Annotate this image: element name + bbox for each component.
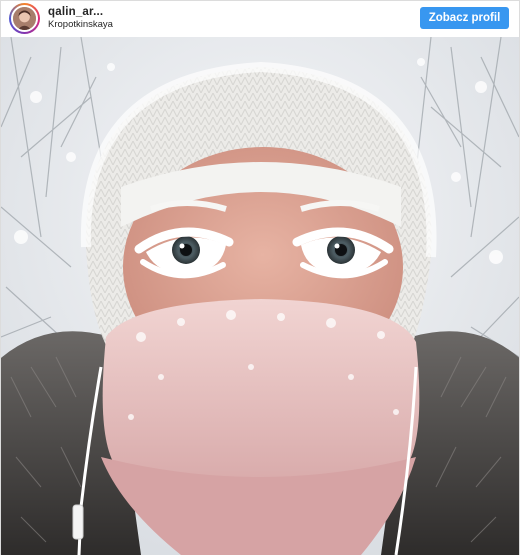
view-profile-button[interactable]: Zobacz profil [420,7,509,29]
frosted-face-selfie-image [1,37,519,555]
post-header: qalin_ar... Kropotkinskaya Zobacz profil [1,1,519,37]
post-photo[interactable] [1,37,519,555]
location-link[interactable]: Kropotkinskaya [48,19,113,31]
post-author: qalin_ar... Kropotkinskaya [48,6,113,31]
username-link[interactable]: qalin_ar... [48,6,113,19]
avatar-story-ring[interactable] [9,3,40,34]
instagram-post-card: qalin_ar... Kropotkinskaya Zobacz profil [0,0,520,555]
user-avatar-icon [11,5,38,32]
